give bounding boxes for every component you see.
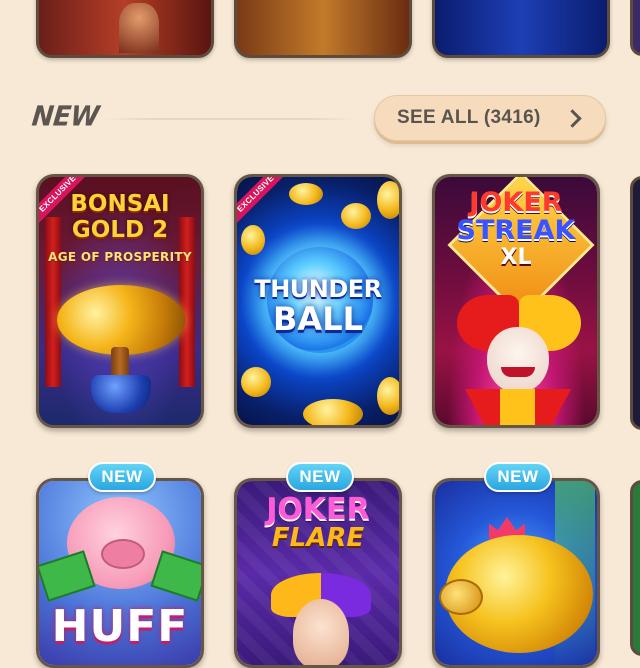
- game-card-bonsai-gold-2[interactable]: BONSAI GOLD 2 AGE OF PROSPERITY EXCLUSIV…: [36, 174, 204, 428]
- coin: [289, 183, 323, 205]
- bonsai-tree: [57, 285, 185, 355]
- game-title-line1: THUNDER: [254, 275, 382, 303]
- game-card-top-3[interactable]: [432, 0, 610, 58]
- game-art-joker-streak: JOKER STREAK XL: [435, 177, 597, 425]
- coin: [241, 367, 271, 397]
- coin: [377, 377, 399, 415]
- section-title: NEW: [30, 101, 101, 133]
- chevron-right-icon: [563, 108, 582, 128]
- game-art-joker-flare: JOKER FLARE: [237, 481, 399, 665]
- game-card-row2-edge[interactable]: [630, 480, 640, 656]
- game-card-row1-edge[interactable]: [630, 176, 640, 430]
- piggy-snout: [439, 579, 483, 615]
- game-subtitle: AGE OF PROSPERITY: [48, 250, 192, 264]
- game-title-line2: BALL: [273, 300, 363, 338]
- new-badge: NEW: [484, 462, 552, 492]
- coin: [241, 225, 265, 255]
- game-art-thunder: THUNDER BALL EXCLUSIVE: [237, 177, 399, 425]
- coin: [303, 399, 363, 425]
- game-card-top-edge[interactable]: [630, 0, 640, 56]
- pillar-left: [45, 217, 61, 387]
- game-title-line2: GOLD 2: [71, 217, 169, 243]
- see-all-button[interactable]: SEE ALL (3416): [374, 95, 606, 141]
- game-title-line1: JOKER: [266, 492, 370, 527]
- pig-snout: [101, 539, 145, 569]
- game-card-top-1[interactable]: [36, 0, 214, 58]
- exclusive-tag: EXCLUSIVE: [237, 177, 288, 226]
- section-divider: [102, 118, 358, 120]
- coin: [377, 181, 399, 219]
- money-right: [150, 550, 201, 602]
- new-badge: NEW: [286, 462, 354, 492]
- joker-collar: [465, 389, 571, 425]
- game-title-line2: STREAK: [456, 215, 576, 246]
- coin: [341, 203, 371, 229]
- game-art-bonsai: BONSAI GOLD 2 AGE OF PROSPERITY EXCLUSIV…: [39, 177, 201, 425]
- game-art: [119, 3, 159, 53]
- see-all-label: SEE ALL (3416): [397, 107, 541, 128]
- game-card-thunder-ball[interactable]: THUNDER BALL EXCLUSIVE: [234, 174, 402, 428]
- game-art-golden-piggy: [435, 481, 597, 665]
- game-title-line1: HUFF: [51, 601, 189, 652]
- game-card-joker-streak-xl[interactable]: JOKER STREAK XL: [432, 174, 600, 428]
- pillar-right: [179, 217, 195, 387]
- joker-smile: [501, 367, 535, 377]
- game-title-line2: FLARE: [271, 523, 365, 553]
- game-title-line1: JOKER: [469, 187, 563, 218]
- joker-mascot: [293, 599, 349, 665]
- game-art-huff: HUFF: [39, 481, 201, 665]
- game-subtitle: XL: [500, 245, 532, 270]
- new-badge: NEW: [88, 462, 156, 492]
- joker-face: [487, 327, 549, 393]
- pot: [91, 375, 151, 413]
- game-card-top-2[interactable]: [234, 0, 412, 58]
